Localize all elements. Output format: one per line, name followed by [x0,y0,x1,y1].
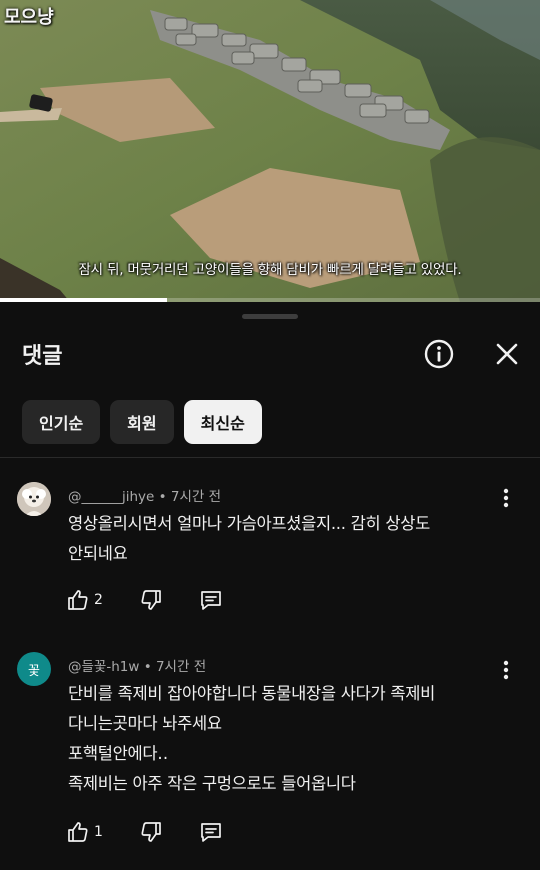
thumb-up-icon [68,822,88,842]
like-button[interactable]: 2 [66,588,103,612]
info-circle-icon [424,339,454,369]
meta-separator: • [158,489,171,505]
sort-filter-chips: 인기순 회원 최신순 [22,400,262,444]
like-count: 2 [94,592,103,608]
comment-more-button[interactable] [495,657,517,683]
comment-line: 족제비는 아주 작은 구멍으로도 들어옵니다 [68,774,356,793]
video-subtitle: 잠시 뒤, 머뭇거리던 고양이들을 향해 담비가 빠르게 달려들고 있었다. [78,262,462,278]
thumb-down-icon [141,590,161,610]
comment-actions: 2 [66,588,223,612]
divider [0,457,540,458]
comment-line: 다니는곳마다 놔주세요 [68,714,222,733]
comment-time: 7시간 전 [170,489,222,505]
reply-button[interactable] [199,588,223,612]
dislike-button[interactable] [139,820,163,844]
comment-line: 안되네요 [68,544,128,563]
avatar[interactable]: 꽃 [17,652,51,686]
comment-body: 단비를 족제비 잡아야합니다 동물내장을 사다가 족제비 다니는곳마다 놔주세요… [68,679,508,799]
more-vert-icon [503,488,509,508]
dislike-button[interactable] [139,588,163,612]
like-count: 1 [94,824,103,840]
comment-more-button[interactable] [495,485,517,511]
comment-time: 7시간 전 [155,659,207,675]
reply-comment-icon [201,823,221,842]
thumb-down-icon [141,822,161,842]
video-player[interactable]: 모으냥 잠시 뒤, 머뭇거리던 고양이들을 향해 담비가 빠르게 달려들고 있었… [0,0,540,302]
drag-handle[interactable] [242,314,298,319]
comment-actions: 1 [66,820,223,844]
comment-line: 단비를 족제비 잡아야합니다 동물내장을 사다가 족제비 [68,684,435,703]
more-vert-icon [503,660,509,680]
comment-line: 영상올리시면서 얼마나 가슴아프셨을지... 감히 상상도 [68,514,430,533]
comment-body: 영상올리시면서 얼마나 가슴아프셨을지... 감히 상상도 안되네요 [68,509,508,569]
like-button[interactable]: 1 [66,820,103,844]
comment-author[interactable]: @______jihye [68,489,154,505]
comments-sheet: 댓글 인기순 회원 최신순 @______jihye • 7시간 전 영상올리시… [0,302,540,870]
comment-meta: @______jihye • 7시간 전 [68,485,221,505]
comments-title: 댓글 [22,344,63,369]
close-button[interactable] [490,337,524,371]
comment-author[interactable]: @들꽃-h1w [68,659,139,675]
reply-comment-icon [201,591,221,610]
comment-meta: @들꽃-h1w • 7시간 전 [68,655,206,675]
avatar[interactable] [17,482,51,516]
video-frame [0,0,540,302]
info-button[interactable] [422,337,456,371]
reply-button[interactable] [199,820,223,844]
comment-line: 포핵털안에다‥ [68,744,168,763]
meta-separator: • [143,659,156,675]
chip-members[interactable]: 회원 [110,400,174,444]
avatar-letter: 꽃 [28,663,40,679]
chip-popular[interactable]: 인기순 [22,400,101,444]
channel-watermark: 모으냥 [4,7,54,28]
dog-avatar-icon [17,482,51,516]
close-icon [496,343,518,365]
thumb-up-icon [68,590,88,610]
chip-newest[interactable]: 최신순 [183,400,262,444]
